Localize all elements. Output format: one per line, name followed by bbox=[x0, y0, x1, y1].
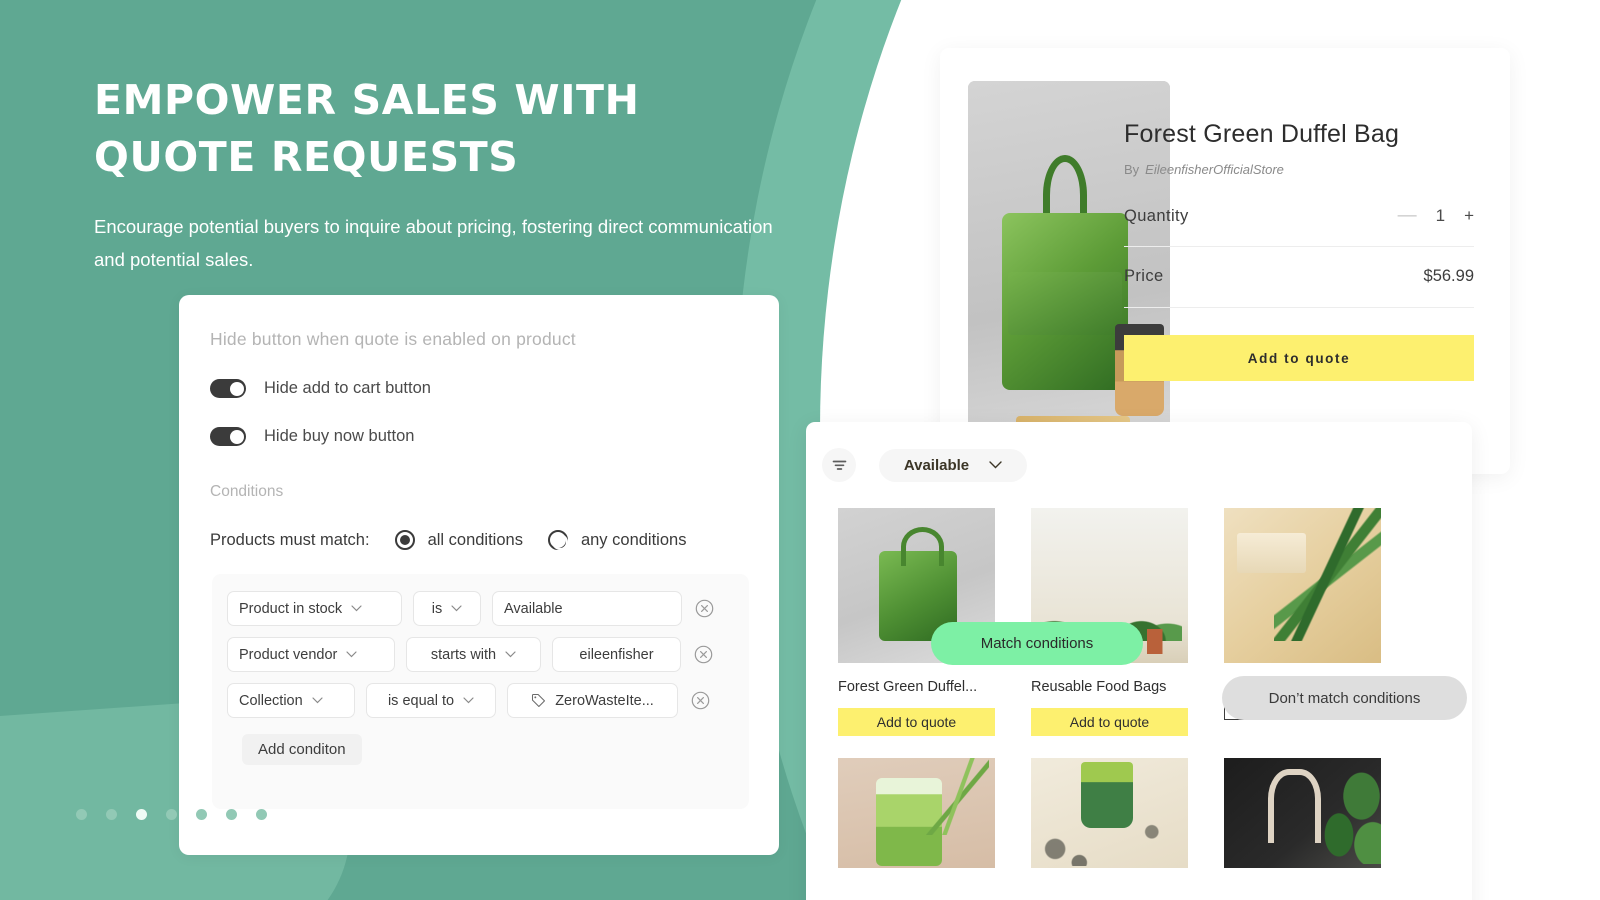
add-to-quote-button[interactable]: Add to quote bbox=[838, 708, 995, 736]
add-to-quote-button[interactable]: Add to quote bbox=[1124, 335, 1474, 381]
hide-add-to-cart-toggle[interactable] bbox=[210, 379, 246, 398]
condition-value-text: eileenfisher bbox=[579, 646, 654, 663]
quote-settings-card: Hide button when quote is enabled on pro… bbox=[179, 295, 779, 855]
radio-all-conditions-label: all conditions bbox=[427, 530, 523, 549]
condition-operator-select[interactable]: starts with bbox=[406, 637, 541, 672]
condition-field-select[interactable]: Collection bbox=[227, 683, 355, 718]
price-value: $56.99 bbox=[1423, 267, 1474, 285]
tag-icon bbox=[531, 693, 546, 708]
chevron-down-icon bbox=[451, 605, 462, 612]
condition-operator-select[interactable]: is equal to bbox=[366, 683, 496, 718]
remove-condition-button[interactable] bbox=[694, 645, 713, 664]
hide-add-to-cart-label: Hide add to cart button bbox=[264, 379, 431, 397]
pagination-dot-active[interactable] bbox=[136, 809, 147, 820]
product-tile[interactable] bbox=[1224, 758, 1381, 868]
quantity-label: Quantity bbox=[1124, 206, 1189, 225]
product-grid-panel: Available Forest Green Duffel... Add to … bbox=[806, 422, 1472, 900]
chevron-down-icon bbox=[989, 461, 1002, 469]
condition-value-text: ZeroWasteIte... bbox=[555, 692, 654, 709]
pagination-dot[interactable] bbox=[256, 809, 267, 820]
condition-value-input[interactable]: ZeroWasteIte... bbox=[507, 683, 678, 718]
price-row: Price $56.99 bbox=[1124, 267, 1474, 308]
chevron-down-icon bbox=[351, 605, 362, 612]
product-thumbnail bbox=[1224, 758, 1381, 868]
no-match-conditions-badge: Don’t match conditions bbox=[1222, 676, 1467, 720]
carousel-pagination[interactable] bbox=[76, 809, 267, 820]
product-name: Forest Green Duffel... bbox=[838, 679, 978, 695]
pagination-dot[interactable] bbox=[226, 809, 237, 820]
product-vendor-line: By EileenfisherOfficialStore bbox=[1124, 162, 1474, 177]
product-vendor: EileenfisherOfficialStore bbox=[1145, 162, 1284, 177]
remove-condition-button[interactable] bbox=[691, 691, 710, 710]
toggle-row-hide-add-to-cart[interactable]: Hide add to cart button bbox=[210, 379, 749, 398]
radio-any-conditions[interactable] bbox=[547, 530, 568, 550]
price-label: Price bbox=[1124, 267, 1164, 285]
product-tile[interactable] bbox=[1031, 758, 1188, 868]
conditions-heading: Conditions bbox=[210, 483, 284, 500]
pagination-dot[interactable] bbox=[166, 809, 177, 820]
condition-row: Product vendor starts with eileenfisher bbox=[227, 637, 733, 672]
page-title: Empower sales with quote requests bbox=[94, 76, 640, 181]
radio-all-conditions[interactable] bbox=[394, 530, 415, 550]
chevron-down-icon bbox=[346, 651, 357, 658]
quantity-row: Quantity — 1 + bbox=[1124, 205, 1474, 247]
add-condition-button[interactable]: Add conditon bbox=[242, 734, 362, 765]
condition-field-select[interactable]: Product vendor bbox=[227, 637, 395, 672]
condition-field-value: Product vendor bbox=[239, 646, 338, 663]
availability-filter-dropdown[interactable]: Available bbox=[879, 448, 1027, 482]
condition-value-text: Available bbox=[504, 600, 563, 617]
availability-filter-value: Available bbox=[903, 456, 970, 474]
chevron-down-icon bbox=[505, 651, 516, 658]
settings-section-title: Hide button when quote is enabled on pro… bbox=[210, 329, 576, 349]
condition-field-select[interactable]: Product in stock bbox=[227, 591, 402, 626]
add-to-quote-button[interactable]: Add to quote bbox=[1031, 708, 1188, 736]
grid-toolbar: Available bbox=[806, 422, 1472, 482]
hero-description: Encourage potential buyers to inquire ab… bbox=[94, 216, 773, 270]
product-thumbnail bbox=[838, 758, 995, 868]
remove-condition-button[interactable] bbox=[695, 599, 714, 618]
slide-canvas: Empower sales with quote requests Encour… bbox=[0, 0, 1600, 900]
match-mode-label: Products must match: bbox=[210, 530, 370, 549]
radio-any-conditions-label: any conditions bbox=[580, 530, 687, 549]
match-mode-row: Products must match: all conditions any … bbox=[210, 530, 749, 550]
chevron-down-icon bbox=[463, 697, 474, 704]
condition-operator-value: is bbox=[431, 600, 443, 617]
condition-field-value: Collection bbox=[239, 692, 303, 709]
toggle-row-hide-buy-now[interactable]: Hide buy now button bbox=[210, 427, 749, 446]
condition-operator-select[interactable]: is bbox=[413, 591, 481, 626]
chevron-down-icon bbox=[312, 697, 323, 704]
product-tile[interactable] bbox=[838, 758, 995, 868]
hide-buy-now-label: Hide buy now button bbox=[264, 427, 415, 445]
pagination-dot[interactable] bbox=[106, 809, 117, 820]
pagination-dot[interactable] bbox=[76, 809, 87, 820]
quantity-stepper[interactable]: — 1 + bbox=[1398, 205, 1474, 227]
product-detail-card: Forest Green Duffel Bag By EileenfisherOf… bbox=[940, 48, 1510, 474]
pagination-dot[interactable] bbox=[196, 809, 207, 820]
by-prefix: By bbox=[1124, 162, 1140, 177]
condition-value-input[interactable]: eileenfisher bbox=[552, 637, 681, 672]
condition-operator-value: is equal to bbox=[387, 692, 455, 709]
product-thumbnail bbox=[1224, 508, 1381, 663]
product-name: Reusable Food Bags bbox=[1031, 679, 1167, 695]
quantity-increase-button[interactable]: + bbox=[1464, 206, 1474, 226]
quantity-value: 1 bbox=[1435, 206, 1446, 225]
quantity-decrease-button[interactable]: — bbox=[1398, 205, 1417, 227]
product-thumbnail bbox=[1031, 758, 1188, 868]
match-conditions-badge: Match conditions bbox=[931, 622, 1143, 665]
conditions-list: Product in stock is Available Product ve… bbox=[212, 574, 749, 809]
product-title: Forest Green Duffel Bag bbox=[1124, 120, 1400, 148]
condition-operator-value: starts with bbox=[430, 646, 497, 663]
condition-field-value: Product in stock bbox=[239, 600, 343, 617]
condition-row: Product in stock is Available bbox=[227, 591, 733, 626]
condition-value-input[interactable]: Available bbox=[492, 591, 682, 626]
condition-row: Collection is equal to ZeroWasteIte... bbox=[227, 683, 733, 718]
hide-buy-now-toggle[interactable] bbox=[210, 427, 246, 446]
filter-icon[interactable] bbox=[822, 448, 856, 482]
hero-text-block: Empower sales with quote requests Encour… bbox=[94, 72, 794, 276]
product-grid-row-2 bbox=[806, 736, 1472, 868]
